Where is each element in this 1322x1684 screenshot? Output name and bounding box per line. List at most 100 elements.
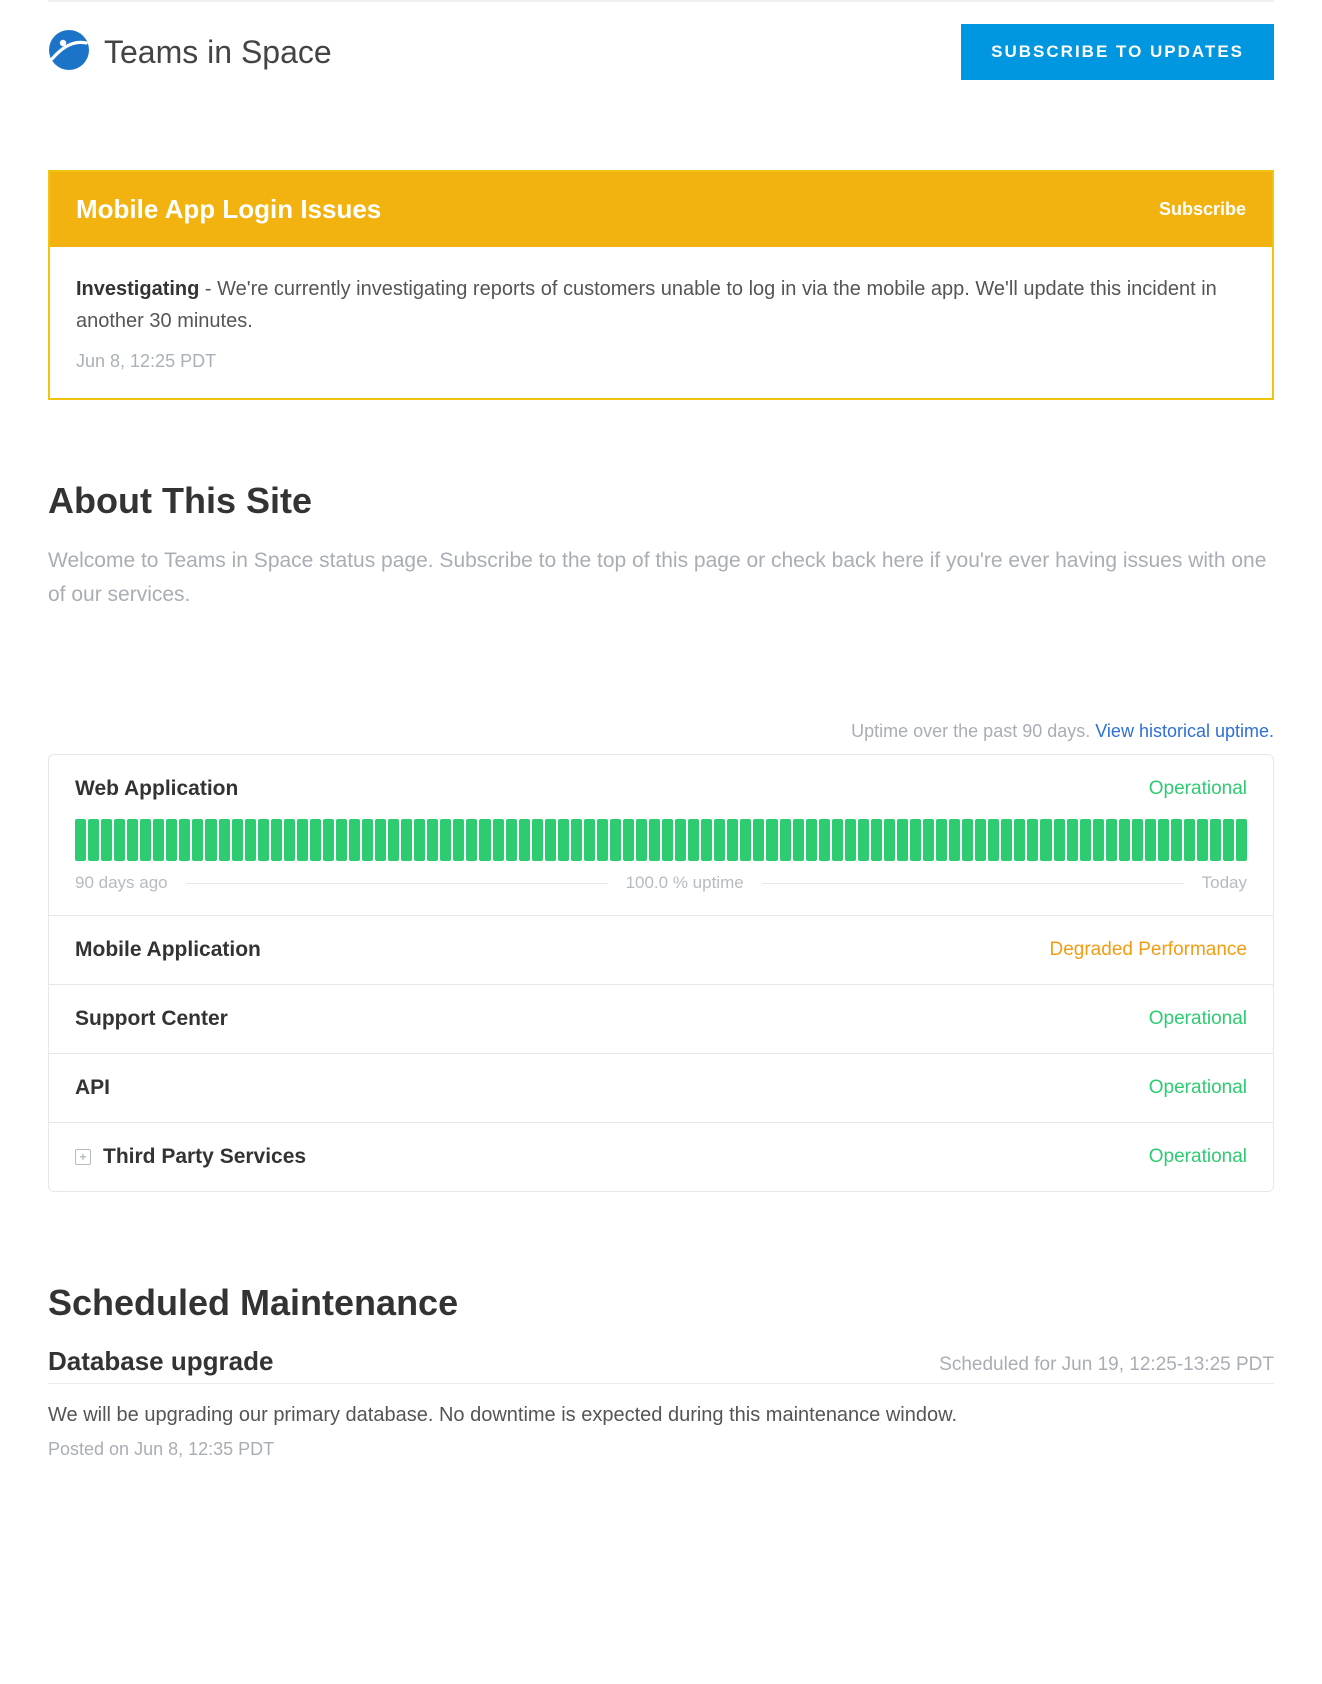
component-name-text: API — [75, 1076, 110, 1100]
uptime-day-slice[interactable] — [701, 819, 712, 861]
uptime-day-slice[interactable] — [975, 819, 986, 861]
uptime-day-slice[interactable] — [258, 819, 269, 861]
expand-icon[interactable]: + — [75, 1149, 91, 1165]
uptime-day-slice[interactable] — [75, 819, 86, 861]
uptime-day-slice[interactable] — [1223, 819, 1234, 861]
uptime-day-slice[interactable] — [362, 819, 373, 861]
uptime-day-slice[interactable] — [714, 819, 725, 861]
uptime-day-slice[interactable] — [1210, 819, 1221, 861]
brand[interactable]: Teams in Space — [48, 29, 332, 76]
uptime-day-slice[interactable] — [780, 819, 791, 861]
incident-subscribe-link[interactable]: Subscribe — [1159, 199, 1246, 220]
uptime-day-slice[interactable] — [623, 819, 634, 861]
uptime-day-slice[interactable] — [479, 819, 490, 861]
uptime-day-slice[interactable] — [297, 819, 308, 861]
uptime-day-slice[interactable] — [427, 819, 438, 861]
subscribe-updates-button[interactable]: Subscribe to Updates — [961, 24, 1274, 80]
uptime-day-slice[interactable] — [675, 819, 686, 861]
uptime-day-slice[interactable] — [610, 819, 621, 861]
uptime-day-slice[interactable] — [336, 819, 347, 861]
uptime-day-slice[interactable] — [401, 819, 412, 861]
uptime-day-slice[interactable] — [310, 819, 321, 861]
uptime-day-slice[interactable] — [845, 819, 856, 861]
uptime-day-slice[interactable] — [662, 819, 673, 861]
uptime-day-slice[interactable] — [532, 819, 543, 861]
uptime-day-slice[interactable] — [766, 819, 777, 861]
uptime-day-slice[interactable] — [493, 819, 504, 861]
uptime-day-slice[interactable] — [649, 819, 660, 861]
uptime-day-slice[interactable] — [153, 819, 164, 861]
uptime-day-slice[interactable] — [1132, 819, 1143, 861]
uptime-day-slice[interactable] — [414, 819, 425, 861]
uptime-day-slice[interactable] — [1171, 819, 1182, 861]
maintenance-item-header: Database upgrade Scheduled for Jun 19, 1… — [48, 1346, 1274, 1384]
uptime-day-slice[interactable] — [1184, 819, 1195, 861]
uptime-day-slice[interactable] — [440, 819, 451, 861]
uptime-day-slice[interactable] — [284, 819, 295, 861]
uptime-day-slice[interactable] — [858, 819, 869, 861]
uptime-day-slice[interactable] — [897, 819, 908, 861]
uptime-day-slice[interactable] — [871, 819, 882, 861]
uptime-day-slice[interactable] — [1001, 819, 1012, 861]
uptime-day-slice[interactable] — [114, 819, 125, 861]
uptime-day-slice[interactable] — [1197, 819, 1208, 861]
uptime-day-slice[interactable] — [127, 819, 138, 861]
uptime-day-slice[interactable] — [884, 819, 895, 861]
uptime-day-slice[interactable] — [753, 819, 764, 861]
uptime-day-slice[interactable] — [349, 819, 360, 861]
uptime-day-slice[interactable] — [910, 819, 921, 861]
uptime-day-slice[interactable] — [506, 819, 517, 861]
uptime-day-slice[interactable] — [101, 819, 112, 861]
uptime-day-slice[interactable] — [988, 819, 999, 861]
uptime-day-slice[interactable] — [88, 819, 99, 861]
uptime-day-slice[interactable] — [1080, 819, 1091, 861]
uptime-day-slice[interactable] — [1067, 819, 1078, 861]
uptime-day-slice[interactable] — [466, 819, 477, 861]
uptime-day-slice[interactable] — [558, 819, 569, 861]
uptime-day-slice[interactable] — [519, 819, 530, 861]
uptime-day-slice[interactable] — [923, 819, 934, 861]
historical-uptime-link[interactable]: View historical uptime. — [1095, 721, 1274, 741]
uptime-day-slice[interactable] — [323, 819, 334, 861]
uptime-day-slice[interactable] — [793, 819, 804, 861]
component-name[interactable]: +Third Party Services — [75, 1145, 306, 1169]
uptime-day-slice[interactable] — [271, 819, 282, 861]
maintenance-item-title[interactable]: Database upgrade — [48, 1346, 273, 1377]
uptime-day-slice[interactable] — [584, 819, 595, 861]
uptime-day-slice[interactable] — [571, 819, 582, 861]
uptime-day-slice[interactable] — [727, 819, 738, 861]
uptime-bar[interactable] — [75, 819, 1247, 861]
uptime-day-slice[interactable] — [140, 819, 151, 861]
uptime-day-slice[interactable] — [192, 819, 203, 861]
uptime-day-slice[interactable] — [1093, 819, 1104, 861]
uptime-day-slice[interactable] — [179, 819, 190, 861]
uptime-day-slice[interactable] — [1236, 819, 1247, 861]
uptime-day-slice[interactable] — [1106, 819, 1117, 861]
uptime-day-slice[interactable] — [453, 819, 464, 861]
uptime-day-slice[interactable] — [219, 819, 230, 861]
uptime-day-slice[interactable] — [1014, 819, 1025, 861]
uptime-day-slice[interactable] — [688, 819, 699, 861]
uptime-day-slice[interactable] — [1027, 819, 1038, 861]
uptime-day-slice[interactable] — [545, 819, 556, 861]
uptime-day-slice[interactable] — [962, 819, 973, 861]
uptime-day-slice[interactable] — [1054, 819, 1065, 861]
uptime-day-slice[interactable] — [388, 819, 399, 861]
uptime-day-slice[interactable] — [819, 819, 830, 861]
uptime-day-slice[interactable] — [636, 819, 647, 861]
uptime-day-slice[interactable] — [806, 819, 817, 861]
uptime-day-slice[interactable] — [1158, 819, 1169, 861]
uptime-day-slice[interactable] — [936, 819, 947, 861]
uptime-day-slice[interactable] — [740, 819, 751, 861]
uptime-day-slice[interactable] — [949, 819, 960, 861]
uptime-day-slice[interactable] — [1040, 819, 1051, 861]
uptime-day-slice[interactable] — [375, 819, 386, 861]
uptime-day-slice[interactable] — [245, 819, 256, 861]
uptime-day-slice[interactable] — [597, 819, 608, 861]
uptime-day-slice[interactable] — [1145, 819, 1156, 861]
uptime-day-slice[interactable] — [1119, 819, 1130, 861]
uptime-day-slice[interactable] — [832, 819, 843, 861]
uptime-day-slice[interactable] — [166, 819, 177, 861]
uptime-day-slice[interactable] — [232, 819, 243, 861]
uptime-day-slice[interactable] — [205, 819, 216, 861]
